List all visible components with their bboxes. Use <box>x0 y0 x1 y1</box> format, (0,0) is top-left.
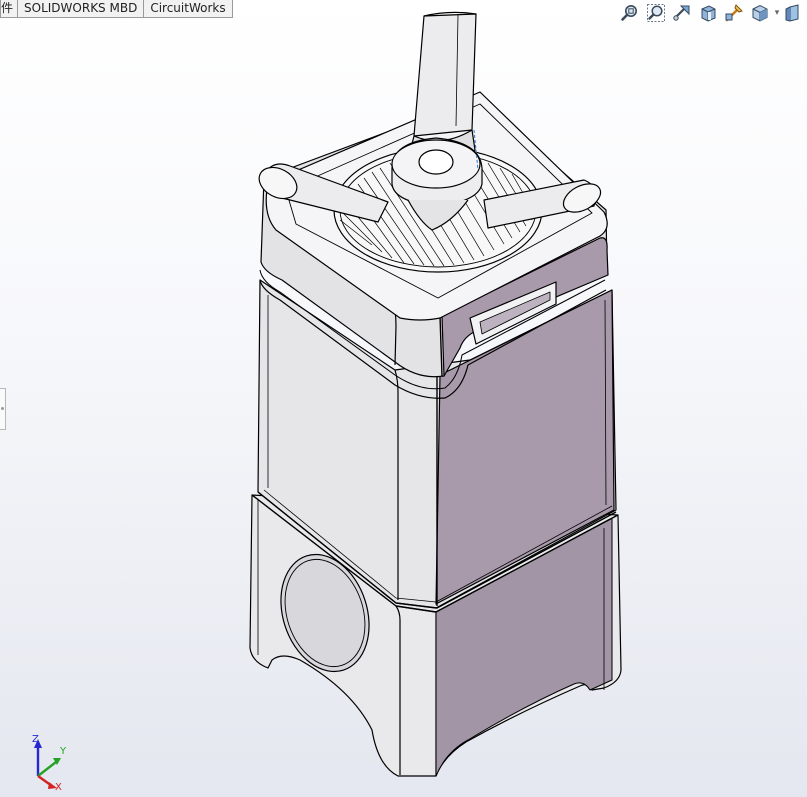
view-orientation-dropdown-icon[interactable]: ▾ <box>773 8 781 18</box>
view-orientation-button[interactable] <box>747 2 773 24</box>
previous-view-button[interactable] <box>669 2 695 24</box>
section-view-icon <box>701 5 716 22</box>
dynamic-annotation-views-button[interactable] <box>721 2 747 24</box>
model-viewport[interactable] <box>0 0 807 797</box>
heads-up-view-toolbar: ▾ <box>617 2 807 24</box>
view-orientation-icon <box>752 4 768 22</box>
display-style-icon <box>785 4 799 22</box>
tab-circuitworks[interactable]: CircuitWorks <box>144 0 233 18</box>
dynamic-annotation-views-icon <box>725 4 743 22</box>
triad-z-label: Z <box>32 734 39 745</box>
zoom-to-area-icon <box>647 4 665 22</box>
zoom-to-area-button[interactable] <box>643 2 669 24</box>
display-style-button[interactable] <box>781 2 807 24</box>
reference-triad: Z Y X <box>26 732 72 792</box>
zoom-to-fit-icon <box>621 5 637 21</box>
section-view-button[interactable] <box>695 2 721 24</box>
diffuser-body-model <box>249 11 622 777</box>
tab-solidworks-mbd[interactable]: SOLIDWORKS MBD <box>18 0 145 18</box>
triad-x-label: X <box>55 782 62 792</box>
triad-y-label: Y <box>59 746 67 757</box>
command-manager-tabs: 件 SOLIDWORKS MBD CircuitWorks <box>0 0 233 19</box>
zoom-to-fit-button[interactable] <box>617 2 643 24</box>
previous-view-icon <box>673 5 690 21</box>
tab-part[interactable]: 件 <box>0 0 19 18</box>
